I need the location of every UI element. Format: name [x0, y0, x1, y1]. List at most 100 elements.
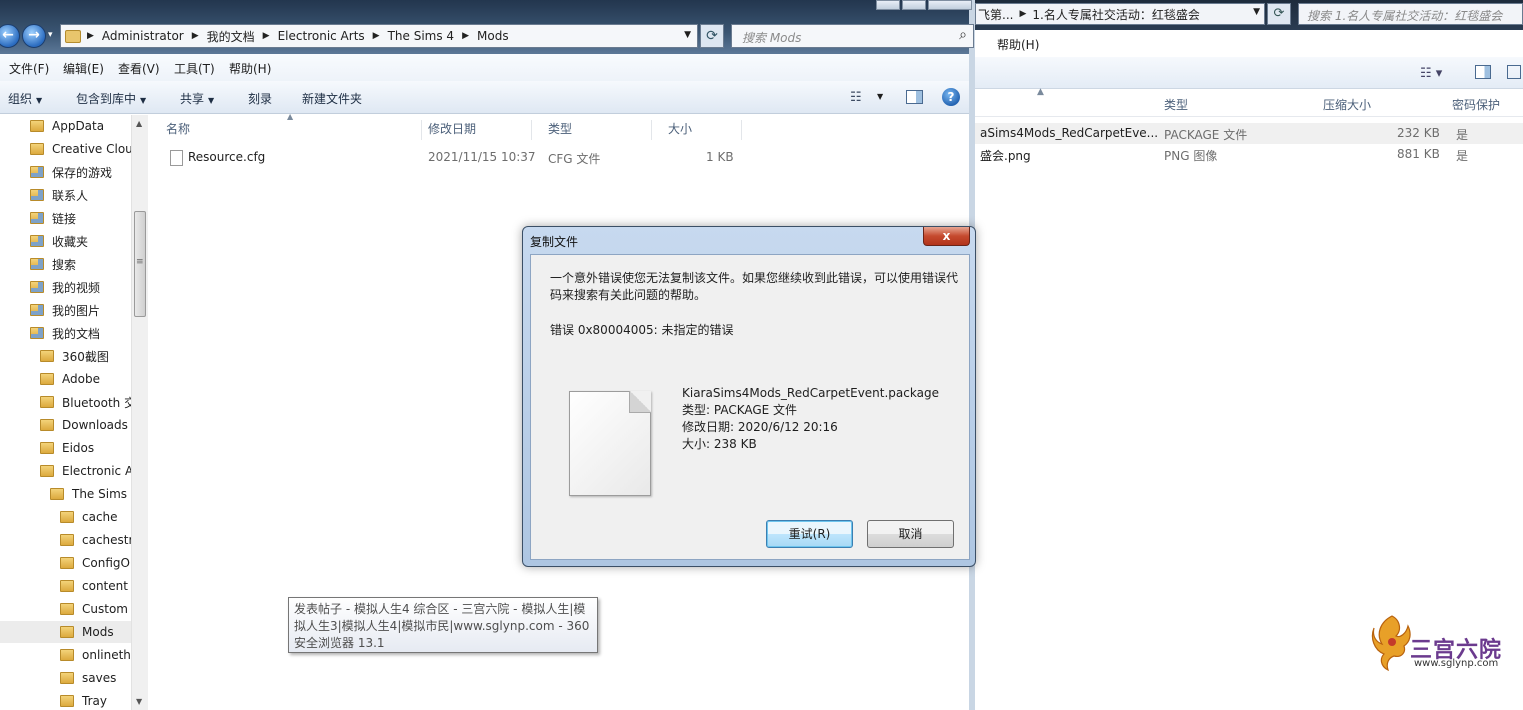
chevron-down-icon[interactable]: ▼ [877, 92, 883, 101]
sidebar-item[interactable]: ConfigO [60, 552, 131, 574]
sidebar-item[interactable]: 我的图片 [30, 299, 131, 321]
chevron-right-icon[interactable]: ▶ [373, 31, 380, 41]
refresh-icon[interactable]: ⟳ [700, 24, 724, 48]
help-icon[interactable]: ? [942, 88, 960, 106]
breadcrumb-item[interactable]: Mods [477, 29, 509, 43]
sidebar-item[interactable]: 我的文档 [30, 322, 131, 344]
refresh-icon[interactable]: ⟳ [1267, 3, 1291, 25]
column-modified[interactable]: 修改日期 [412, 120, 532, 140]
sidebar-item[interactable]: 360截图 [40, 345, 131, 367]
table-row[interactable]: aSims4Mods_RedCarpetEve... PACKAGE 文件 23… [975, 123, 1523, 144]
preview-pane-icon[interactable] [906, 90, 923, 104]
column-size[interactable]: 大小 [652, 120, 742, 140]
back-icon[interactable]: ← [0, 24, 20, 48]
preview-pane-icon[interactable] [1475, 65, 1491, 79]
sidebar-item[interactable]: Mods [0, 621, 131, 643]
column-compressed-size[interactable]: 压缩大小 [1323, 96, 1371, 113]
column-name[interactable]: 名称 [150, 120, 422, 140]
sidebar-item[interactable]: cachestr [60, 529, 133, 551]
navigation-scrollbar[interactable]: ▲ ≡ ▼ [131, 115, 148, 710]
chevron-right-icon[interactable]: ▶ [263, 31, 270, 41]
sidebar-item[interactable]: Creative Cloud [30, 138, 140, 160]
sidebar-item[interactable]: Adobe [40, 368, 131, 390]
file-type: 类型: PACKAGE 文件 [682, 403, 798, 417]
dialog-body: 一个意外错误使您无法复制该文件。如果您继续收到此错误，可以使用错误代码来搜索有关… [530, 254, 970, 560]
menu-file[interactable]: 文件(F) [9, 60, 49, 77]
column-password[interactable]: 密码保护 [1452, 96, 1500, 113]
menu-edit[interactable]: 编辑(E) [63, 60, 104, 77]
table-row[interactable]: Resource.cfg 2021/11/15 10:37 CFG 文件 1 K… [150, 146, 969, 168]
share-button[interactable]: 共享 ▼ [180, 90, 214, 107]
sidebar-item[interactable]: 链接 [30, 207, 131, 229]
menu-help[interactable]: 帮助(H) [229, 60, 271, 77]
column-headers: ▲ 名称 修改日期 类型 大小 [150, 112, 969, 140]
sidebar-item[interactable]: 我的视频 [30, 276, 131, 298]
history-dropdown-icon[interactable]: ▾ [48, 30, 53, 40]
folder-icon [60, 603, 74, 615]
address-crumb[interactable]: 1.名人专属社交活动：红毯盛会 [1032, 6, 1199, 23]
search-input[interactable]: 搜索 Mods ⌕ [731, 24, 974, 48]
sidebar-item[interactable]: Downloads [40, 414, 131, 436]
breadcrumb-item[interactable]: Administrator [102, 29, 184, 43]
burn-button[interactable]: 刻录 [248, 90, 272, 107]
folder-icon [30, 143, 44, 155]
sidebar-item[interactable]: AppData [30, 115, 131, 137]
column-type[interactable]: 类型 [1164, 96, 1188, 113]
sidebar-item[interactable]: 保存的游戏 [30, 161, 131, 183]
sidebar-item[interactable]: onlinethu [60, 644, 139, 666]
sidebar-item[interactable]: cache [60, 506, 131, 528]
sidebar-item[interactable]: saves [60, 667, 131, 689]
chevron-down-icon[interactable]: ▼ [1253, 7, 1260, 17]
address-bar[interactable]: ▶ Administrator ▶ 我的文档 ▶ Electronic Arts… [60, 24, 698, 48]
view-options-icon[interactable]: ☷ ▾ [1420, 66, 1442, 81]
close-button[interactable] [928, 0, 972, 10]
minimize-button[interactable] [876, 0, 900, 10]
table-row[interactable]: 盛会.png PNG 图像 881 KB 是 [975, 144, 1523, 165]
breadcrumb-item[interactable]: Electronic Arts [278, 29, 365, 43]
sidebar-item-label: Electronic A [62, 464, 134, 478]
breadcrumb-item[interactable]: 我的文档 [207, 28, 255, 45]
search-icon[interactable]: ⌕ [959, 27, 967, 43]
sidebar-item[interactable]: Bluetooth 交 [40, 391, 136, 413]
sidebar-item[interactable]: The Sims 4 [50, 483, 138, 505]
file-details: KiaraSims4Mods_RedCarpetEvent.package 类型… [682, 385, 939, 453]
scroll-down-icon[interactable]: ▼ [136, 697, 142, 706]
forward-icon[interactable]: → [22, 24, 46, 48]
view-options-icon[interactable]: ☷ [850, 90, 862, 105]
sidebar-item[interactable]: 收藏夹 [30, 230, 131, 252]
file-size: 881 KB [1397, 147, 1440, 161]
sidebar-item[interactable]: 搜索 [30, 253, 131, 275]
maximize-button[interactable] [902, 0, 926, 10]
folder-icon [30, 120, 44, 132]
background-search-input[interactable]: 搜索 1.名人专属社交活动：红毯盛会 [1298, 3, 1523, 25]
grip-icon: ≡ [136, 257, 144, 267]
chevron-down-icon[interactable]: ▼ [684, 30, 691, 40]
file-name: KiaraSims4Mods_RedCarpetEvent.package [682, 386, 939, 400]
sidebar-item-label: Eidos [62, 441, 95, 455]
chevron-right-icon[interactable]: ▶ [462, 31, 469, 41]
window-icon[interactable] [1507, 65, 1521, 79]
chevron-right-icon[interactable]: ▶ [192, 31, 199, 41]
sidebar-item[interactable]: Custom [60, 598, 131, 620]
scroll-up-icon[interactable]: ▲ [136, 119, 142, 128]
breadcrumb-item[interactable]: The Sims 4 [388, 29, 454, 43]
taskbar-tooltip: 发表帖子 - 模拟人生4 综合区 - 三宫六院 - 模拟人生|模拟人生3|模拟人… [288, 597, 598, 653]
sidebar-item[interactable]: 联系人 [30, 184, 131, 206]
background-address-bar[interactable]: 飞第... ▶ 1.名人专属社交活动：红毯盛会 ▼ [975, 3, 1265, 25]
menu-tools[interactable]: 工具(T) [174, 60, 215, 77]
column-type[interactable]: 类型 [532, 120, 652, 140]
chevron-right-icon[interactable]: ▶ [87, 31, 94, 41]
organize-button[interactable]: 组织 ▼ [8, 90, 42, 107]
cancel-button[interactable]: 取消 [867, 520, 954, 548]
file-size: 大小: 238 KB [682, 437, 757, 451]
sidebar-item[interactable]: Electronic A [40, 460, 134, 482]
menu-help[interactable]: 帮助(H) [997, 36, 1039, 53]
close-button[interactable]: x [923, 227, 970, 246]
sidebar-item[interactable]: content [60, 575, 131, 597]
sidebar-item[interactable]: Tray [60, 690, 131, 710]
include-in-library-button[interactable]: 包含到库中 ▼ [76, 90, 146, 107]
sidebar-item[interactable]: Eidos [40, 437, 131, 459]
retry-button[interactable]: 重试(R) [766, 520, 853, 548]
new-folder-button[interactable]: 新建文件夹 [302, 90, 362, 107]
menu-view[interactable]: 查看(V) [118, 60, 160, 77]
